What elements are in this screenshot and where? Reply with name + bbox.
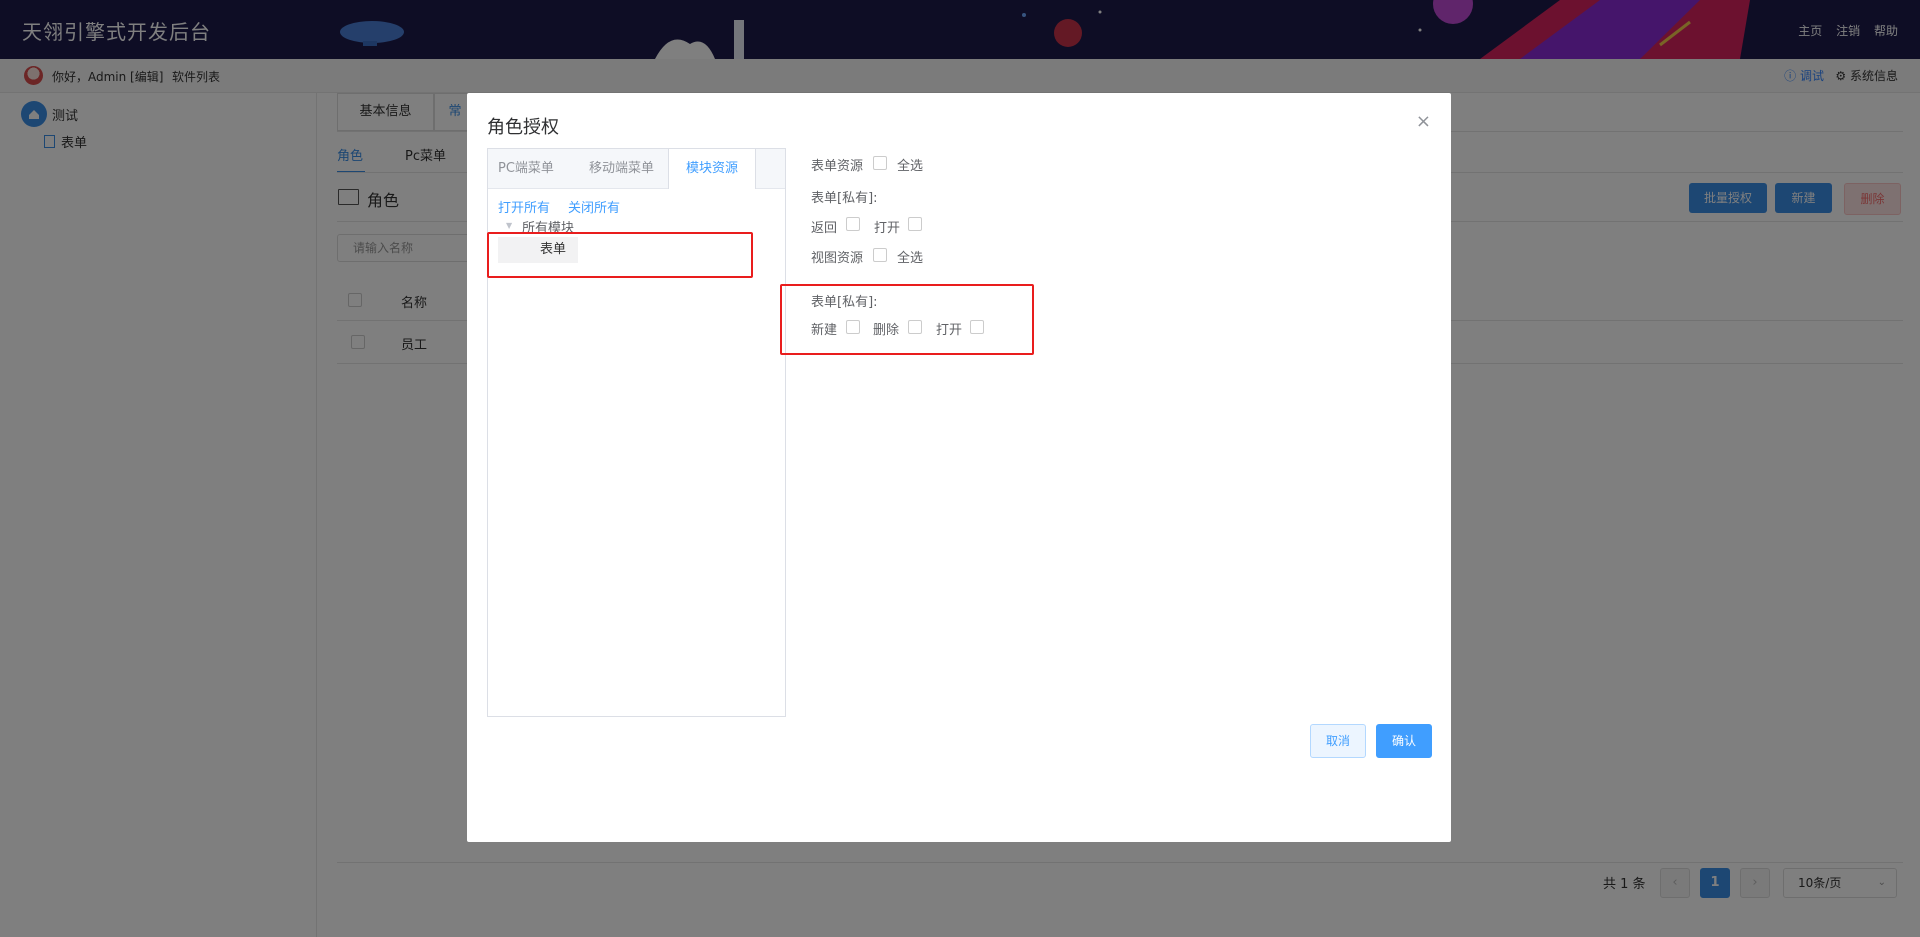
close-icon[interactable]: ×	[1416, 111, 1431, 132]
confirm-button[interactable]: 确认	[1376, 724, 1432, 758]
form-select-all-label[interactable]: 全选	[897, 155, 923, 174]
resource-tabs: PC端菜单 移动端菜单 模块资源	[488, 149, 785, 189]
view-resources-checkbox[interactable]	[873, 248, 887, 262]
form-resources-label: 表单资源	[811, 159, 864, 174]
back-label: 返回	[811, 221, 838, 236]
role-authorization-dialog: 角色授权 × PC端菜单 移动端菜单 模块资源 打开所有 关闭所有 ▼ 所有模块…	[467, 93, 1451, 842]
annotation-box	[487, 232, 753, 278]
open-label: 打开	[874, 221, 901, 236]
form-resources-checkbox[interactable]	[873, 156, 887, 170]
view-select-all-label[interactable]: 全选	[897, 247, 923, 266]
annotation-box	[780, 284, 1034, 355]
collapse-all-link[interactable]: 关闭所有	[568, 197, 620, 216]
tab-pc-menu[interactable]: PC端菜单	[498, 149, 554, 188]
caret-down-icon[interactable]: ▼	[506, 221, 512, 230]
dialog-title: 角色授权	[487, 117, 559, 138]
view-resources-label: 视图资源	[811, 251, 864, 266]
tab-module-resources[interactable]: 模块资源	[668, 149, 756, 189]
form-private-label: 表单[私有]:	[811, 191, 878, 206]
open-checkbox[interactable]	[908, 217, 922, 231]
cancel-button[interactable]: 取消	[1310, 724, 1366, 758]
back-checkbox[interactable]	[846, 217, 860, 231]
expand-all-link[interactable]: 打开所有	[498, 197, 550, 216]
tab-mobile-menu[interactable]: 移动端菜单	[589, 149, 654, 188]
